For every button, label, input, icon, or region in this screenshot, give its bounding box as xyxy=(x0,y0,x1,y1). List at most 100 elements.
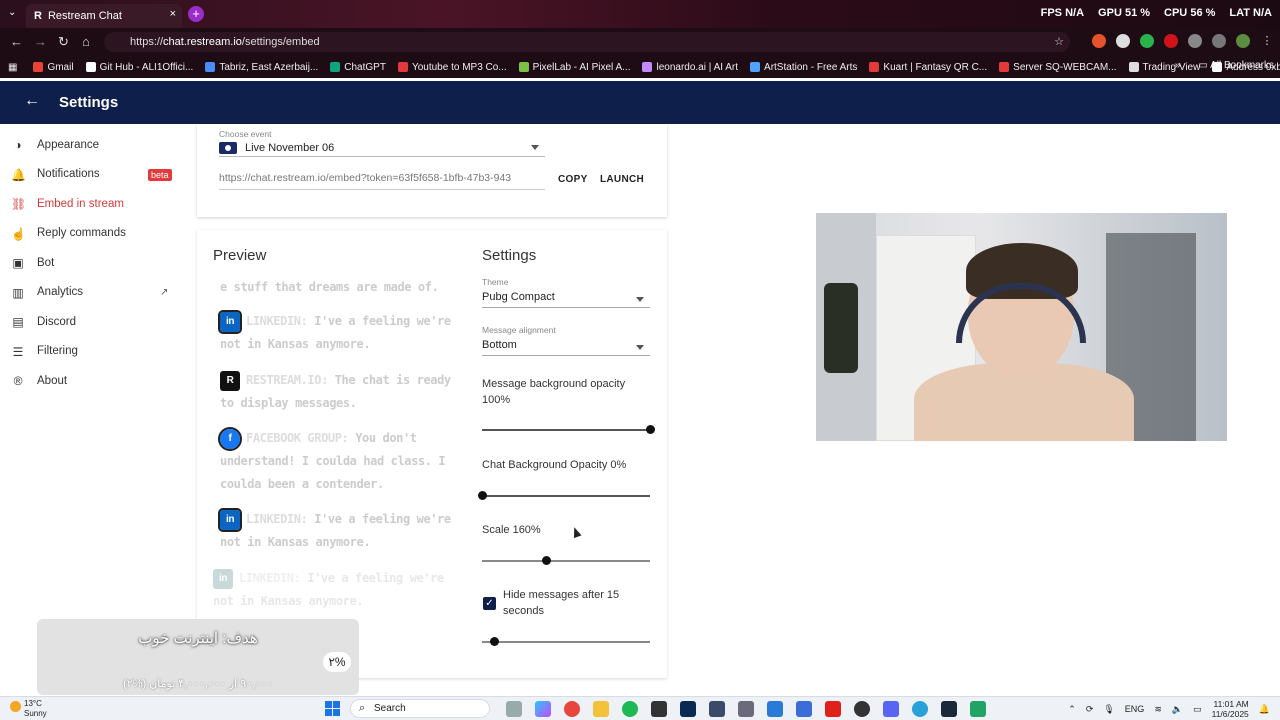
sidebar-item-notifications[interactable]: 🔔 Notifications beta xyxy=(0,160,190,190)
scale-slider[interactable] xyxy=(482,556,650,565)
extension-icon[interactable] xyxy=(1164,34,1178,48)
tab-restream-chat[interactable]: R Restream Chat × xyxy=(26,4,182,28)
language-indicator[interactable]: ENG xyxy=(1125,704,1145,714)
all-bookmarks[interactable]: ▭ All Bookmarks xyxy=(1198,60,1274,71)
dropdown-caret-icon xyxy=(531,145,539,150)
discord-taskbar-icon[interactable] xyxy=(883,701,899,717)
forward-nav-icon[interactable]: → xyxy=(34,34,47,49)
alignment-select[interactable]: Bottom xyxy=(482,339,650,356)
home-icon[interactable]: ⌂ xyxy=(82,34,90,49)
calculator-icon[interactable] xyxy=(738,701,754,717)
tab-list-chevron-icon[interactable]: ⌄ xyxy=(8,7,16,18)
slider-knob[interactable] xyxy=(646,425,655,434)
copy-button[interactable]: COPY xyxy=(558,174,588,185)
menu-icon[interactable]: ⋮ xyxy=(1260,34,1274,48)
volume-icon[interactable]: 🔈 xyxy=(1172,704,1183,715)
bookmark-item[interactable]: Server SQ-WEBCAM... xyxy=(999,62,1117,73)
preview-heading: Preview xyxy=(213,247,267,264)
windows-start-icon[interactable] xyxy=(325,701,340,716)
bookmark-item[interactable]: Tabriz, East Azerbaij... xyxy=(205,62,318,73)
weather-temp: 13°C xyxy=(24,699,42,708)
external-link-icon: ↗ xyxy=(160,286,169,298)
more-bookmarks-icon[interactable]: » xyxy=(1175,60,1181,71)
extension-icon[interactable] xyxy=(1116,34,1130,48)
microphone-icon[interactable]: 🎙 xyxy=(1103,704,1114,715)
tray-overflow-icon[interactable]: ⌃ xyxy=(1068,704,1076,715)
bookmark-favicon-icon xyxy=(518,62,529,72)
app-icon[interactable] xyxy=(709,701,725,717)
photoshop-icon[interactable] xyxy=(680,701,696,717)
launch-button[interactable]: LAUNCH xyxy=(600,174,644,185)
url-bar[interactable]: https://chat.restream.io/settings/embed … xyxy=(104,32,1070,52)
taskbar-apps xyxy=(506,701,986,717)
webcam-background xyxy=(824,283,858,373)
bookmark-item[interactable]: Kuart | Fantasy QR C... xyxy=(869,62,987,73)
avatar[interactable] xyxy=(1236,34,1250,48)
youtube-icon[interactable] xyxy=(825,701,841,717)
tray-app-icon[interactable]: ⟳ xyxy=(1086,704,1094,715)
chat-bg-opacity-slider[interactable] xyxy=(478,491,650,500)
slider-knob[interactable] xyxy=(541,556,551,565)
chrome-icon[interactable] xyxy=(564,701,580,717)
webcam-overlay xyxy=(816,213,1227,441)
dropdown-caret-icon xyxy=(636,297,644,302)
back-nav-icon[interactable]: ← xyxy=(10,34,23,49)
sidebar-item-about[interactable]: ® About xyxy=(0,366,190,396)
sidebar-item-discord[interactable]: ▤ Discord xyxy=(0,307,190,337)
event-select[interactable]: Live November 06 xyxy=(219,140,545,157)
back-arrow-icon[interactable]: ← xyxy=(24,92,40,110)
steam-icon[interactable] xyxy=(941,701,957,717)
sidebar-item-analytics[interactable]: ▥ Analytics ↗ xyxy=(0,278,190,308)
url-host: chat.restream.io xyxy=(163,36,242,48)
sidebar-item-bot[interactable]: ▣ Bot xyxy=(0,248,190,278)
spotify-icon[interactable] xyxy=(622,701,638,717)
sidebar-item-filtering[interactable]: ☰ Filtering xyxy=(0,337,190,367)
tab-close-icon[interactable]: × xyxy=(170,8,176,20)
task-view-icon[interactable] xyxy=(506,701,522,717)
vscode-icon[interactable] xyxy=(767,701,783,717)
file-explorer-icon[interactable] xyxy=(593,701,609,717)
store-icon[interactable] xyxy=(651,701,667,717)
telegram-icon[interactable] xyxy=(912,701,928,717)
bookmark-item[interactable]: Git Hub - ALI1Offici... xyxy=(85,62,193,73)
bookmark-item[interactable]: PixelLab - AI Pixel A... xyxy=(518,62,630,73)
bookmarks-bar: ▦ Gmail Git Hub - ALI1Offici... Tabriz, Ea… xyxy=(0,56,1280,78)
battery-icon[interactable]: ▭ xyxy=(1193,704,1202,715)
slider-knob[interactable] xyxy=(489,637,499,646)
sidebar-item-appearance[interactable]: ◑ Appearance xyxy=(0,130,190,160)
chart-app-icon[interactable] xyxy=(796,701,812,717)
message-bg-opacity-slider[interactable] xyxy=(482,425,655,434)
bookmark-star-icon[interactable]: ☆ xyxy=(1054,32,1064,52)
hide-messages-checkbox[interactable]: ✓ xyxy=(483,597,496,610)
bookmark-item[interactable]: ArtStation - Free Arts xyxy=(750,62,857,73)
obs-icon[interactable] xyxy=(854,701,870,717)
embed-url-field[interactable]: https://chat.restream.io/embed?token=63f… xyxy=(219,172,545,190)
clock[interactable]: 11:01 AM 11/6/2025 xyxy=(1212,699,1249,719)
sidebar-item-label: Analytics xyxy=(37,286,84,299)
weather-widget[interactable]: 13°C Sunny xyxy=(10,699,47,719)
registered-icon: ® xyxy=(13,374,23,388)
alignment-label: Message alignment xyxy=(482,325,556,335)
hide-duration-slider[interactable] xyxy=(482,637,650,646)
slider-knob[interactable] xyxy=(478,491,487,500)
copilot-icon[interactable] xyxy=(535,701,551,717)
theme-select[interactable]: Pubg Compact xyxy=(482,291,650,308)
sidebar-icon[interactable] xyxy=(1212,34,1226,48)
apps-grid-icon[interactable]: ▦ xyxy=(8,62,17,73)
notifications-icon[interactable]: 🔔 xyxy=(1259,704,1270,715)
puzzle-icon[interactable] xyxy=(1188,34,1202,48)
bookmark-item[interactable]: ChatGPT xyxy=(330,62,386,73)
extension-icon[interactable] xyxy=(1092,34,1106,48)
bookmark-item[interactable]: Gmail xyxy=(33,62,74,73)
bookmark-item[interactable]: Youtube to MP3 Co... xyxy=(397,62,507,73)
wifi-icon[interactable]: ≋ xyxy=(1154,704,1162,715)
sidebar-item-embed-in-stream[interactable]: ⛓ Embed in stream xyxy=(0,189,190,219)
app-icon[interactable] xyxy=(970,701,986,717)
extension-icon[interactable] xyxy=(1140,34,1154,48)
bookmark-item[interactable]: leonardo.ai | AI Art xyxy=(642,62,738,73)
new-tab-button[interactable]: + xyxy=(188,6,204,22)
sidebar-item-reply-commands[interactable]: ☝ Reply commands xyxy=(0,219,190,249)
taskbar-search[interactable]: Search xyxy=(350,699,490,718)
facebook-icon: f xyxy=(218,426,242,451)
reload-icon[interactable]: ↻ xyxy=(58,34,69,50)
